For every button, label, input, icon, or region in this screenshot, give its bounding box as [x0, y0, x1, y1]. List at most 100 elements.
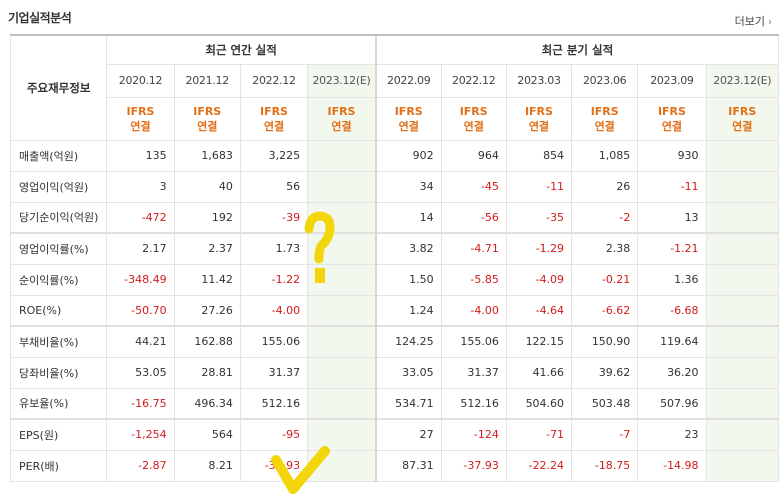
table-body: 매출액(억원) 135 1,683 3,225 902 964 854 1,085 930 영업이… [9, 139, 780, 482]
table-cell: 36.20 [637, 356, 707, 389]
table-cell: 534.71 [374, 387, 442, 420]
period-header-quarter: 2023.09 [637, 63, 707, 98]
row-header-title: 주요재무정보 [9, 34, 108, 141]
table-cell: 504.60 [505, 387, 573, 420]
table-cell [307, 139, 377, 172]
table-cell: -37.93 [440, 449, 507, 482]
table-cell: 28.81 [173, 356, 241, 389]
table-cell: 14 [374, 201, 442, 234]
table-cell: -1,254 [106, 418, 175, 451]
table-cell: 1,085 [571, 139, 639, 172]
table-cell: 44.21 [106, 325, 175, 358]
table-row: ROE(%) -50.70 27.26 -4.00 1.24 -4.00 -4.64 -6.6… [9, 294, 780, 327]
table-cell: -37.93 [239, 449, 309, 482]
table-row: 영업이익률(%) 2.17 2.37 1.73 3.82 -4.71 -1.29 2.38 -1… [9, 232, 780, 265]
table-cell: 902 [374, 139, 442, 172]
table-cell: 27 [374, 418, 442, 451]
table-cell: 13 [637, 201, 707, 234]
table-cell [705, 418, 780, 451]
row-label: ROE(%) [9, 294, 108, 327]
table-cell [705, 170, 780, 203]
table-cell: 124.25 [374, 325, 442, 358]
table-cell: 150.90 [571, 325, 639, 358]
period-header-quarter: 2023.03 [505, 63, 573, 98]
table-cell: 53.05 [106, 356, 175, 389]
table-cell: -4.71 [440, 232, 507, 265]
ifrs-header-annual: IFRS 연결 [106, 96, 175, 141]
annual-group-header: 최근 연간 실적 [106, 34, 377, 65]
ifrs-header-quarter: IFRS 연결 [505, 96, 573, 141]
ifrs-label: IFRS [193, 104, 222, 118]
table-cell [307, 232, 377, 265]
table-cell: 87.31 [374, 449, 442, 482]
table-cell [307, 418, 377, 451]
table-cell: 1.73 [239, 232, 309, 265]
consolidated-label: 연결 [528, 119, 550, 133]
ifrs-label: IFRS [657, 104, 686, 118]
consolidated-label: 연결 [130, 119, 151, 133]
table-cell: 1.24 [374, 294, 442, 327]
table-row: 부채비율(%) 44.21 162.88 155.06 124.25 155.06 122.… [9, 325, 780, 358]
table-cell: -2.87 [106, 449, 175, 482]
consolidated-label: 연결 [263, 119, 285, 133]
table-cell [705, 232, 780, 265]
financial-table: 주요재무정보 최근 연간 실적 최근 분기 실적 2020.12 2021.12 2… [9, 34, 780, 482]
table-cell: -4.00 [239, 294, 309, 327]
table-cell: 507.96 [637, 387, 707, 420]
row-label: PER(배) [9, 449, 108, 482]
period-header-quarter: 2022.09 [374, 63, 442, 98]
period-header-quarter: 2023.06 [571, 63, 639, 98]
table-cell: -6.62 [571, 294, 639, 327]
more-label[interactable]: 더보기 [735, 15, 765, 28]
table-cell: 503.48 [571, 387, 639, 420]
table-cell: 31.37 [440, 356, 507, 389]
table-cell: -4.00 [440, 294, 507, 327]
consolidated-label: 연결 [398, 119, 419, 133]
table-cell: -124 [440, 418, 507, 451]
ifrs-header-quarter: IFRS 연결 [637, 96, 707, 141]
consolidated-label: 연결 [331, 119, 352, 133]
table-cell: -1.21 [637, 232, 707, 265]
ifrs-header-quarter: IFRS 연결 [571, 96, 639, 141]
section-title: 기업실적분석 [8, 11, 72, 25]
table-row: 순이익률(%) -348.49 11.42 -1.22 1.50 -5.85 -4.09 -0… [9, 263, 780, 296]
period-header-quarter: 2022.12 [440, 63, 507, 98]
table-cell [307, 356, 377, 389]
table-cell: 33.05 [374, 356, 442, 389]
group-header-row: 주요재무정보 최근 연간 실적 최근 분기 실적 [9, 34, 779, 141]
ifrs-header-quarter: IFRS 연결 [705, 96, 780, 141]
consolidated-label: 연결 [594, 119, 615, 133]
table-row: 당좌비율(%) 53.05 28.81 31.37 33.05 31.37 41.66 39.… [9, 356, 780, 389]
table-cell: -50.70 [106, 294, 175, 327]
table-cell: 39.62 [571, 356, 639, 389]
table-cell: -5.85 [440, 263, 507, 296]
table-cell: 3 [106, 170, 175, 203]
consolidated-label: 연결 [463, 119, 484, 133]
more-link[interactable]: 더보기 › [735, 13, 772, 29]
ifrs-label: IFRS [459, 104, 488, 118]
chevron-right-icon: › [768, 17, 772, 28]
table-cell: 56 [239, 170, 309, 203]
period-header-annual: 2023.12(E) [307, 63, 377, 98]
table-cell: -7 [571, 418, 639, 451]
period-header-annual: 2022.12 [239, 63, 309, 98]
table-cell: 564 [173, 418, 241, 451]
ifrs-header-annual: IFRS 연결 [173, 96, 241, 141]
table-cell: 119.64 [637, 325, 707, 358]
ifrs-header-annual: IFRS 연결 [239, 96, 309, 141]
table-cell: 26 [571, 170, 639, 203]
table-cell: 3,225 [239, 139, 309, 172]
table-cell: 3.82 [374, 232, 442, 265]
table-cell: 122.15 [505, 325, 573, 358]
table-cell [307, 170, 377, 203]
table-cell: 162.88 [173, 325, 241, 358]
table-cell: 2.38 [571, 232, 639, 265]
ifrs-header-row: IFRS 연결 IFRS 연결 IFRS 연결 IFRS 연결 IFRS 연결 IFRS 연결 IFRS… [11, 96, 780, 141]
table-cell [705, 356, 780, 389]
table-cell: 41.66 [505, 356, 573, 389]
table-cell: -472 [106, 201, 175, 234]
table-row: PER(배) -2.87 8.21 -37.93 87.31 -37.93 -22.24 -1… [9, 449, 780, 482]
ifrs-label: IFRS [126, 104, 155, 118]
period-header-quarter: 2023.12(E) [705, 63, 780, 98]
table-cell: 27.26 [173, 294, 241, 327]
